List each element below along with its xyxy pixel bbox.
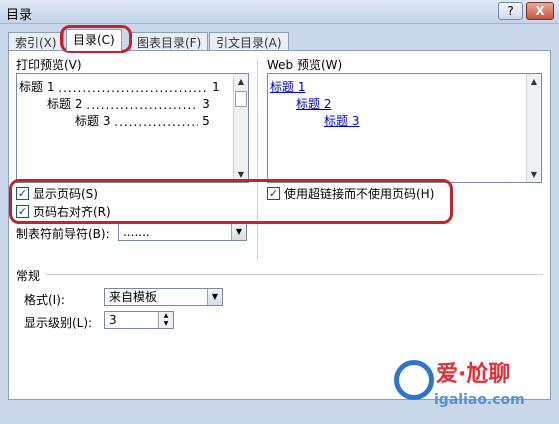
scroll-down-icon[interactable]: ▼ (527, 167, 541, 182)
use-hyperlinks-checkbox[interactable]: ✓ 使用超链接而不使用页码(H) (267, 185, 434, 202)
levels-value[interactable]: 3 (109, 313, 117, 327)
checkmark-icon[interactable]: ✓ (16, 187, 29, 200)
tab-strip: 索引(X) 目录(C) 图表目录(F) 引文目录(A) (8, 29, 548, 51)
print-entry-1-text: 标题 1 (19, 80, 55, 94)
print-entry-2-text: 标题 2 (47, 97, 83, 111)
print-entry-3-page: 5 (202, 114, 210, 128)
logo-circle-icon (394, 360, 434, 400)
show-page-numbers-checkbox[interactable]: ✓ 显示页码(S) (16, 185, 98, 202)
tab-toc[interactable]: 目录(C) (66, 29, 122, 51)
use-hyperlinks-label: 使用超链接而不使用页码(H) (284, 187, 435, 201)
format-select[interactable]: 来自模板 ▼ (104, 288, 223, 306)
print-entry-3: 标题 3 ...................................… (75, 112, 231, 129)
web-preview-box: 标题 1 标题 2 标题 3 ▲ ▼ (267, 73, 542, 183)
print-preview-scrollbar[interactable]: ▲ ▼ (233, 74, 248, 182)
title-bar: 目录 ? X (0, 0, 559, 24)
scroll-down-icon[interactable]: ▼ (234, 167, 248, 182)
web-entry-2[interactable]: 标题 2 (296, 95, 331, 112)
general-section-label: 常规 (16, 269, 41, 283)
column-divider (257, 60, 258, 260)
scroll-thumb[interactable] (235, 91, 247, 107)
window-title: 目录 (6, 8, 33, 23)
spin-down-icon[interactable]: ▼ (158, 320, 173, 328)
web-preview-scrollbar[interactable]: ▲ ▼ (526, 74, 541, 182)
print-entry-2-page: 3 (202, 97, 210, 111)
scroll-up-icon[interactable]: ▲ (527, 74, 541, 89)
leader-dots: ........................................… (58, 81, 208, 95)
print-entry-3-text: 标题 3 (75, 114, 111, 128)
scroll-up-icon[interactable]: ▲ (234, 74, 248, 89)
print-preview-label: 打印预览(V) (16, 58, 82, 72)
tab-leader-select[interactable]: ....... ▼ (118, 223, 247, 241)
right-align-checkbox[interactable]: ✓ 页码右对齐(R) (16, 203, 111, 220)
watermark-url: igaliao.com (434, 392, 525, 408)
right-align-label: 页码右对齐(R) (33, 205, 111, 219)
print-entry-1: 标题 1 ...................................… (19, 78, 231, 95)
checkmark-icon[interactable]: ✓ (267, 187, 280, 200)
tab-citations[interactable]: 引文目录(A) (209, 32, 289, 50)
print-entry-2: 标题 2 ...................................… (47, 95, 231, 112)
checkmark-icon[interactable]: ✓ (16, 205, 29, 218)
levels-label: 显示级别(L): (24, 316, 93, 330)
tab-leader-label: 制表符前导符(B): (16, 227, 110, 241)
show-page-numbers-label: 显示页码(S) (33, 187, 98, 201)
leader-dots: ........................................… (114, 115, 198, 129)
web-entry-3[interactable]: 标题 3 (324, 112, 359, 129)
print-preview-box: 标题 1 ...................................… (16, 73, 249, 183)
tab-index[interactable]: 索引(X) (8, 32, 64, 50)
leader-dots: ........................................… (86, 98, 198, 112)
print-entry-1-page: 1 (212, 80, 220, 94)
format-value: 来自模板 (109, 290, 158, 304)
chevron-down-icon[interactable]: ▼ (231, 224, 246, 240)
levels-spinner[interactable]: 3 ▲ ▼ (104, 311, 174, 329)
tab-leader-value: ....... (123, 225, 150, 239)
tab-figures[interactable]: 图表目录(F) (130, 32, 209, 50)
web-preview-label: Web 预览(W) (267, 58, 343, 72)
general-divider (46, 274, 543, 275)
watermark-text: 爱·尬聊 (436, 362, 511, 387)
spin-up-icon[interactable]: ▲ (158, 312, 173, 320)
format-label: 格式(I): (24, 293, 65, 307)
web-entry-1[interactable]: 标题 1 (270, 78, 305, 95)
chevron-down-icon[interactable]: ▼ (207, 289, 222, 305)
help-button[interactable]: ? (498, 2, 523, 20)
watermark-logo: 爱·尬聊 igaliao.com (380, 350, 559, 424)
close-button[interactable]: X (526, 2, 554, 20)
